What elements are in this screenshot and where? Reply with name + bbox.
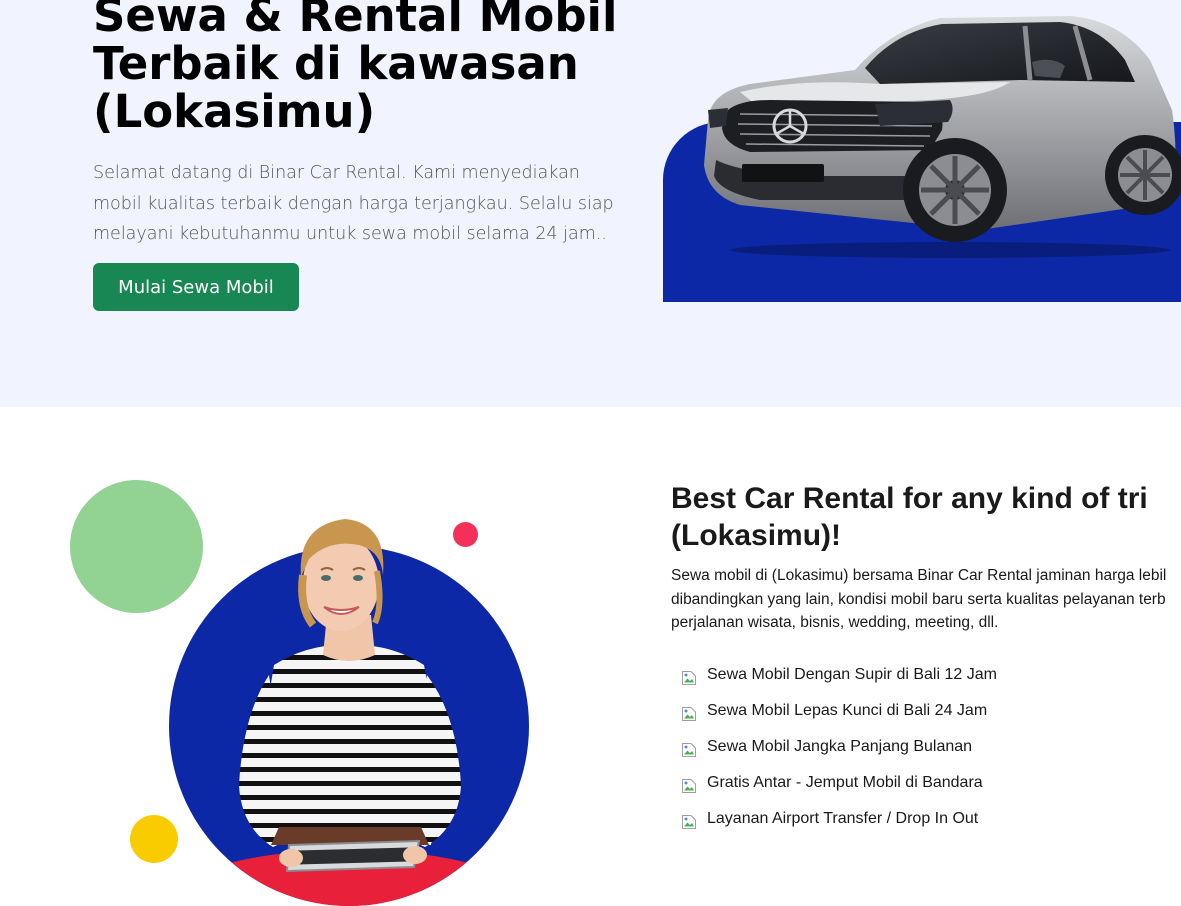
list-item: Sewa Mobil Jangka Panjang Bulanan <box>681 729 997 765</box>
broken-image-icon <box>682 815 696 829</box>
feature-label: Sewa Mobil Jangka Panjang Bulanan <box>707 738 973 755</box>
decor-yellow-circle <box>130 815 178 863</box>
hero-title: Sewa & Rental Mobil Terbaik di kawasan (… <box>93 0 618 138</box>
about-desc-line2: dibandingkan yang lain, kondisi mobil ba… <box>671 590 1166 608</box>
broken-image-icon <box>682 743 696 757</box>
about-title-line1: Best Car Rental for any kind of tri <box>671 482 1148 515</box>
broken-image-icon <box>682 707 696 721</box>
woman-with-tablet-image <box>179 519 519 906</box>
about-title: Best Car Rental for any kind of tri (Lok… <box>671 480 1181 554</box>
list-item: Sewa Mobil Dengan Supir di Bali 12 Jam <box>681 657 997 693</box>
about-description: Sewa mobil di (Lokasimu) bersama Binar C… <box>671 564 1181 635</box>
broken-image-icon <box>682 779 696 793</box>
list-item: Layanan Airport Transfer / Drop In Out <box>681 801 997 837</box>
feature-label: Sewa Mobil Lepas Kunci di Bali 24 Jam <box>707 702 988 719</box>
list-item: Sewa Mobil Lepas Kunci di Bali 24 Jam <box>681 693 997 729</box>
car-image <box>704 16 1181 258</box>
hero-description: Selamat datang di Binar Car Rental. Kami… <box>93 163 614 244</box>
about-desc-line1: Sewa mobil di (Lokasimu) bersama Binar C… <box>671 567 1167 584</box>
feature-label: Layanan Airport Transfer / Drop In Out <box>707 810 979 827</box>
about-title-line2: (Lokasimu)! <box>671 519 842 552</box>
about-desc-line3: perjalanan wisata, bisnis, wedding, meet… <box>671 614 999 631</box>
feature-label: Sewa Mobil Dengan Supir di Bali 12 Jam <box>707 666 997 683</box>
feature-label: Gratis Antar - Jemput Mobil di Bandara <box>707 774 983 791</box>
hero-section: Sewa & Rental Mobil Terbaik di kawasan (… <box>0 0 1181 407</box>
start-rent-button[interactable]: Mulai Sewa Mobil <box>93 263 299 311</box>
broken-image-icon <box>682 671 696 685</box>
feature-list: Sewa Mobil Dengan Supir di Bali 12 Jam S… <box>681 657 997 837</box>
list-item: Gratis Antar - Jemput Mobil di Bandara <box>681 765 997 801</box>
